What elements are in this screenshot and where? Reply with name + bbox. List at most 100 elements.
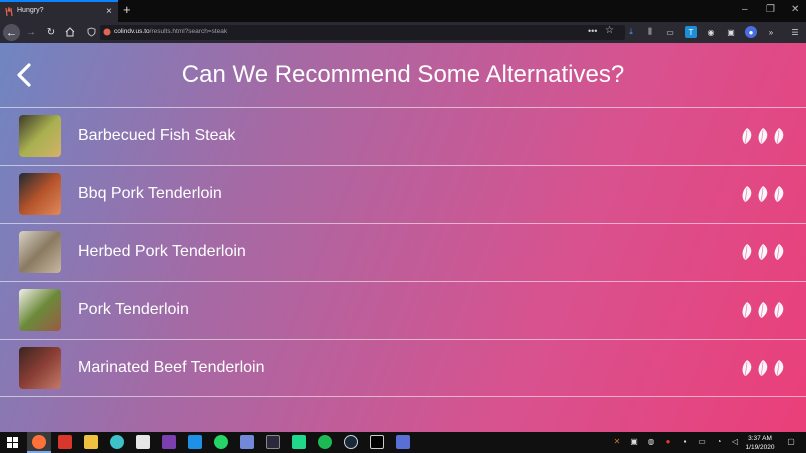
ide-icon[interactable] (266, 435, 280, 449)
url-domain: colindv.us.to (114, 28, 150, 35)
file-explorer-icon[interactable] (84, 435, 98, 449)
leaf-icon (742, 244, 752, 260)
arrow-left-icon: ← (6, 26, 17, 39)
leaf-icon (758, 186, 768, 202)
eco-rating (740, 127, 786, 145)
leaf-icon (758, 360, 768, 376)
library-icon[interactable]: ⫼ (644, 26, 656, 38)
url-path: /results.html?search=steak (149, 28, 228, 35)
tray-usb-icon[interactable]: ▪ (680, 437, 690, 447)
leaf-icon (774, 186, 784, 202)
url-bar[interactable]: colindv.us.to/results.html?search=steak … (100, 25, 625, 40)
eco-rating (740, 359, 786, 377)
bookmark-star-icon[interactable]: ☆ (605, 25, 614, 36)
pycharm-icon[interactable] (292, 435, 306, 449)
leaf-icon (742, 360, 752, 376)
food-thumbnail (19, 347, 61, 389)
spotify-icon[interactable] (318, 435, 332, 449)
clock-time: 3:37 AM (748, 435, 772, 442)
back-button[interactable]: ← (3, 24, 20, 41)
leaf-icon (742, 128, 752, 144)
tray-discord-icon[interactable]: ◍ (646, 437, 656, 447)
leaf-icon (774, 360, 784, 376)
result-name: Marinated Beef Tenderloin (78, 359, 265, 376)
page-title: Can We Recommend Some Alternatives? (181, 61, 625, 88)
home-icon (65, 27, 75, 37)
tray-tools-icon[interactable]: ✕ (612, 437, 622, 447)
reload-button[interactable]: ↻ (44, 25, 58, 39)
new-tab-button[interactable]: + (123, 2, 131, 18)
results-list: Barbecued Fish Steak Bbq Pork Tenderloin H… (0, 107, 806, 397)
reload-icon: ↻ (46, 26, 56, 38)
extension-box-icon[interactable]: ▣ (725, 26, 737, 38)
result-name: Herbed Pork Tenderloin (78, 243, 246, 260)
battery-icon[interactable]: ▭ (697, 437, 707, 447)
tray-alert-icon[interactable]: ● (663, 437, 673, 447)
windows-taskbar: ✕ ▣ ◍ ● ▪ ▭ ◔ ◁ 3:37 AM 1/19/2020 ▢ (0, 432, 806, 453)
home-button[interactable] (63, 25, 77, 39)
terminal-icon[interactable] (370, 435, 384, 449)
extension-icon[interactable]: T (685, 26, 697, 38)
app-blue-icon[interactable] (188, 435, 202, 449)
calendar-icon[interactable] (136, 435, 150, 449)
app-circle-icon[interactable] (110, 435, 124, 449)
result-row[interactable]: Pork Tenderloin (0, 281, 806, 339)
discord-icon[interactable] (240, 435, 254, 449)
tracking-shield-button[interactable] (84, 25, 98, 39)
result-row[interactable]: Marinated Beef Tenderloin (0, 339, 806, 397)
windows-start-icon[interactable] (7, 437, 18, 448)
firefox-icon[interactable] (32, 435, 46, 449)
tab-title: Hungry? (17, 7, 44, 14)
arrow-right-icon: → (26, 26, 36, 38)
leaf-icon (758, 128, 768, 144)
whatsapp-icon[interactable] (214, 435, 228, 449)
page-actions-icon[interactable]: ••• (588, 26, 597, 36)
food-thumbnail (19, 289, 61, 331)
food-thumbnail (19, 231, 61, 273)
leaf-icon (774, 128, 784, 144)
minimize-button[interactable]: – (742, 2, 748, 18)
leaf-icon (774, 244, 784, 260)
taskbar-clock[interactable]: 3:37 AM 1/19/2020 (740, 434, 780, 452)
forward-button[interactable]: → (24, 25, 38, 39)
food-thumbnail (19, 173, 61, 215)
eco-rating (740, 301, 786, 319)
leaf-icon (742, 302, 752, 318)
leaf-icon (774, 302, 784, 318)
result-name: Pork Tenderloin (78, 301, 189, 318)
extension-globe-icon[interactable]: ◉ (705, 26, 717, 38)
network-app-icon[interactable] (396, 435, 410, 449)
volume-icon[interactable]: ◁ (730, 437, 740, 447)
onenote-icon[interactable] (162, 435, 176, 449)
browser-tab-strip: Hungry? × + – ❐ ✕ (0, 0, 806, 22)
leaf-icon (758, 302, 768, 318)
wifi-icon[interactable]: ◔ (714, 437, 724, 447)
tray-drive-icon[interactable]: ▣ (629, 437, 639, 447)
fork-knife-icon (5, 7, 13, 17)
result-row[interactable]: Herbed Pork Tenderloin (0, 223, 806, 281)
todoist-icon[interactable] (58, 435, 72, 449)
result-row[interactable]: Bbq Pork Tenderloin (0, 165, 806, 223)
download-icon[interactable]: ⤓ (625, 26, 637, 38)
overflow-menu-icon[interactable]: » (765, 26, 777, 38)
tab-close-icon[interactable]: × (106, 5, 112, 19)
leaf-icon (758, 244, 768, 260)
url-text: colindv.us.to/results.html?search=steak (114, 28, 227, 35)
food-thumbnail (19, 115, 61, 157)
sidebar-icon[interactable]: ▭ (664, 26, 676, 38)
window-close-button[interactable]: ✕ (791, 2, 799, 18)
extension-account-icon[interactable]: ● (745, 26, 757, 38)
hamburger-menu-icon[interactable]: ☰ (789, 26, 801, 38)
browser-tab[interactable]: Hungry? × (0, 0, 118, 22)
result-name: Bbq Pork Tenderloin (78, 185, 222, 202)
eco-rating (740, 185, 786, 203)
result-row[interactable]: Barbecued Fish Steak (0, 107, 806, 165)
notifications-icon[interactable]: ▢ (786, 437, 796, 447)
result-name: Barbecued Fish Steak (78, 127, 236, 144)
steam-icon[interactable] (344, 435, 358, 449)
shield-icon (87, 27, 95, 37)
restore-button[interactable]: ❐ (766, 2, 775, 18)
results-page: Can We Recommend Some Alternatives? Barb… (0, 43, 806, 432)
leaf-icon (742, 186, 752, 202)
clock-date: 1/19/2020 (745, 444, 775, 451)
